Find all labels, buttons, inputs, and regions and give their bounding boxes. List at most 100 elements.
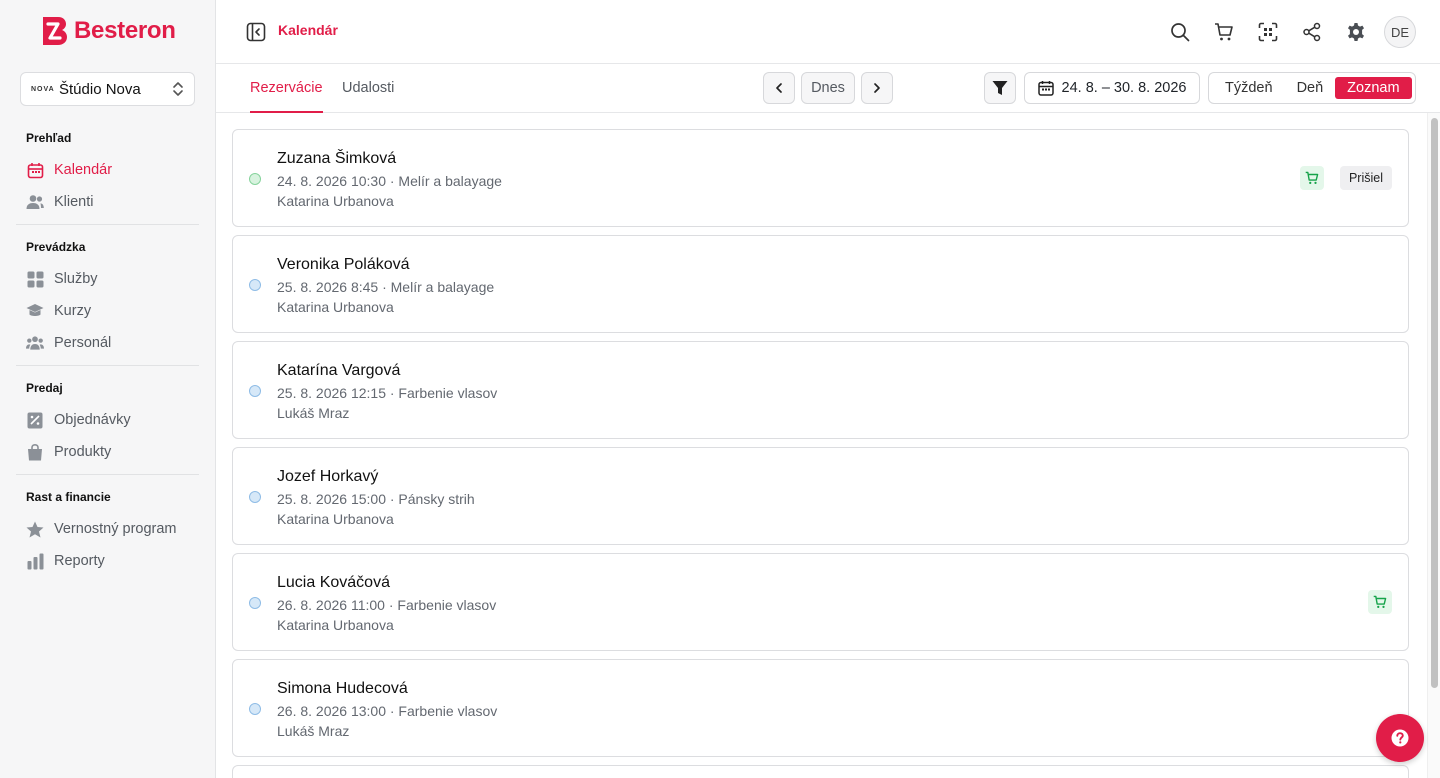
users-icon [26,193,44,211]
previous-week-button[interactable] [763,72,795,104]
staff-name: Katarina Urbanova [277,193,394,209]
calendar-icon [26,161,44,179]
cart-button[interactable] [1208,16,1240,48]
client-name: Zuzana Šimková [277,150,397,167]
besteron-logo-icon [43,17,67,45]
today-button[interactable]: Dnes [801,72,855,104]
section-title: Predaj [26,381,63,395]
nav-section-operations: Prevádzka Služby Kurzy Personál [0,236,216,359]
calendar-toolbar: Rezervácie Udalosti Dnes 24. 8. – 30. 8.… [216,64,1440,113]
section-title: Prevádzka [26,240,86,254]
sidebar-item-label: Klienti [54,194,94,210]
view-list[interactable]: Zoznam [1335,77,1412,99]
client-name: Veronika Poláková [277,256,410,273]
client-name: Katarína Vargová [277,362,401,379]
sidebar-item-staff[interactable]: Personál [0,327,216,359]
studio-switcher[interactable]: NOVA Štúdio Nova [20,72,195,106]
team-icon [26,334,44,352]
sidebar-item-courses[interactable]: Kurzy [0,295,216,327]
sidebar-item-label: Objednávky [54,412,131,428]
filter-button[interactable] [984,72,1016,104]
reservation-detail: 24. 8. 2026 10:30 · Melír a balayage [277,173,502,189]
sidebar-item-label: Produkty [54,444,112,460]
tab-events[interactable]: Udalosti [342,80,394,96]
studio-logo-icon: NOVA [31,85,55,93]
sidebar-item-orders[interactable]: Objednávky [0,404,216,436]
share-button[interactable] [1296,16,1328,48]
view-day[interactable]: Deň [1285,77,1336,99]
sidebar-item-reports[interactable]: Reporty [0,545,216,577]
reservation-card[interactable]: Veronika Poláková 25. 8. 2026 8:45 · Mel… [232,235,1409,333]
status-badge: Prišiel [1339,166,1392,190]
cart-badge[interactable] [1368,590,1392,614]
section-title: Rast a financie [26,490,111,504]
help-icon [1391,729,1409,747]
staff-name: Katarina Urbanova [277,299,394,315]
reservation-detail: 25. 8. 2026 12:15 · Farbenie vlasov [277,385,498,401]
reservation-card[interactable]: Lucia Kováčová 26. 8. 2026 11:00 · Farbe… [232,553,1409,651]
view-week[interactable]: Týždeň [1213,77,1285,99]
settings-button[interactable] [1340,16,1372,48]
reservation-detail: 26. 8. 2026 13:00 · Farbenie vlasov [277,703,498,719]
list-scrollbar[interactable] [1427,113,1440,778]
star-icon [26,520,44,538]
sidebar-item-label: Kalendár [54,162,113,178]
calendar-icon [1037,81,1054,96]
sidebar-item-loyalty[interactable]: Vernostný program [0,513,216,545]
client-name: Lucia Kováčová [277,574,390,591]
gear-icon [1348,23,1364,41]
nav-section-overview: Prehľad Kalendár Klienti [0,127,216,218]
status-dot [249,491,261,503]
sidebar-collapse-icon [246,22,266,42]
staff-name: Katarina Urbanova [277,617,394,633]
sidebar-collapse-button[interactable] [246,22,266,42]
reservation-detail: 26. 8. 2026 11:00 · Farbenie vlasov [277,597,497,613]
tab-reservations[interactable]: Rezervácie [250,80,323,96]
sidebar-item-label: Reporty [54,553,105,569]
top-bar: Kalendár DE [216,0,1440,64]
reservation-card[interactable]: Zuzana Šimková 24. 8. 2026 10:30 · Melír… [232,129,1409,227]
reservation-card[interactable]: Jozef Horkavý 25. 8. 2026 15:00 · Pánsky… [232,447,1409,545]
nav-section-growth-finance: Rast a financie Vernostný program Report… [0,486,216,577]
sidebar-item-clients[interactable]: Klienti [0,186,216,218]
sidebar: Besteron NOVA Štúdio Nova Prehľad Kalend… [0,0,216,778]
cart-badge[interactable] [1300,166,1324,190]
brand-logo[interactable]: Besteron [40,14,176,48]
page-title: Kalendár [278,22,338,38]
next-week-button[interactable] [861,72,893,104]
status-dot [249,279,261,291]
reservation-detail: 25. 8. 2026 15:00 · Pánsky strih [277,491,475,507]
bar-chart-icon [26,552,44,570]
scan-button[interactable] [1252,16,1284,48]
staff-name: Lukáš Mraz [277,405,350,421]
active-tab-indicator [250,111,323,113]
sidebar-item-products[interactable]: Produkty [0,436,216,468]
reservation-card-partial[interactable] [232,765,1409,778]
sidebar-item-label: Vernostný program [54,521,177,537]
staff-name: Katarina Urbanova [277,511,394,527]
brand-name: Besteron [74,17,176,44]
graduation-cap-icon [26,302,44,320]
status-dot [249,385,261,397]
receipt-icon [26,411,44,429]
search-button[interactable] [1164,16,1196,48]
chevron-updown-icon [173,82,183,96]
date-range-picker[interactable]: 24. 8. – 30. 8. 2026 [1024,72,1200,104]
date-range-label: 24. 8. – 30. 8. 2026 [1061,80,1187,96]
client-name: Jozef Horkavý [277,468,379,485]
reservation-card[interactable]: Katarína Vargová 25. 8. 2026 12:15 · Far… [232,341,1409,439]
reservation-card[interactable]: Simona Hudecová 26. 8. 2026 13:00 · Farb… [232,659,1409,757]
user-avatar[interactable]: DE [1384,16,1416,48]
sidebar-item-label: Kurzy [54,303,92,319]
client-name: Simona Hudecová [277,680,408,697]
status-dot [249,173,261,185]
sidebar-item-services[interactable]: Služby [0,263,216,295]
help-button[interactable] [1376,714,1424,762]
sidebar-item-label: Personál [54,335,112,351]
cart-icon [1373,595,1387,609]
sidebar-divider [16,365,199,366]
view-switcher: Týždeň Deň Zoznam [1208,72,1416,104]
sidebar-item-calendar[interactable]: Kalendár [0,154,216,186]
scrollbar-thumb[interactable] [1431,118,1438,688]
grid-icon [26,270,44,288]
